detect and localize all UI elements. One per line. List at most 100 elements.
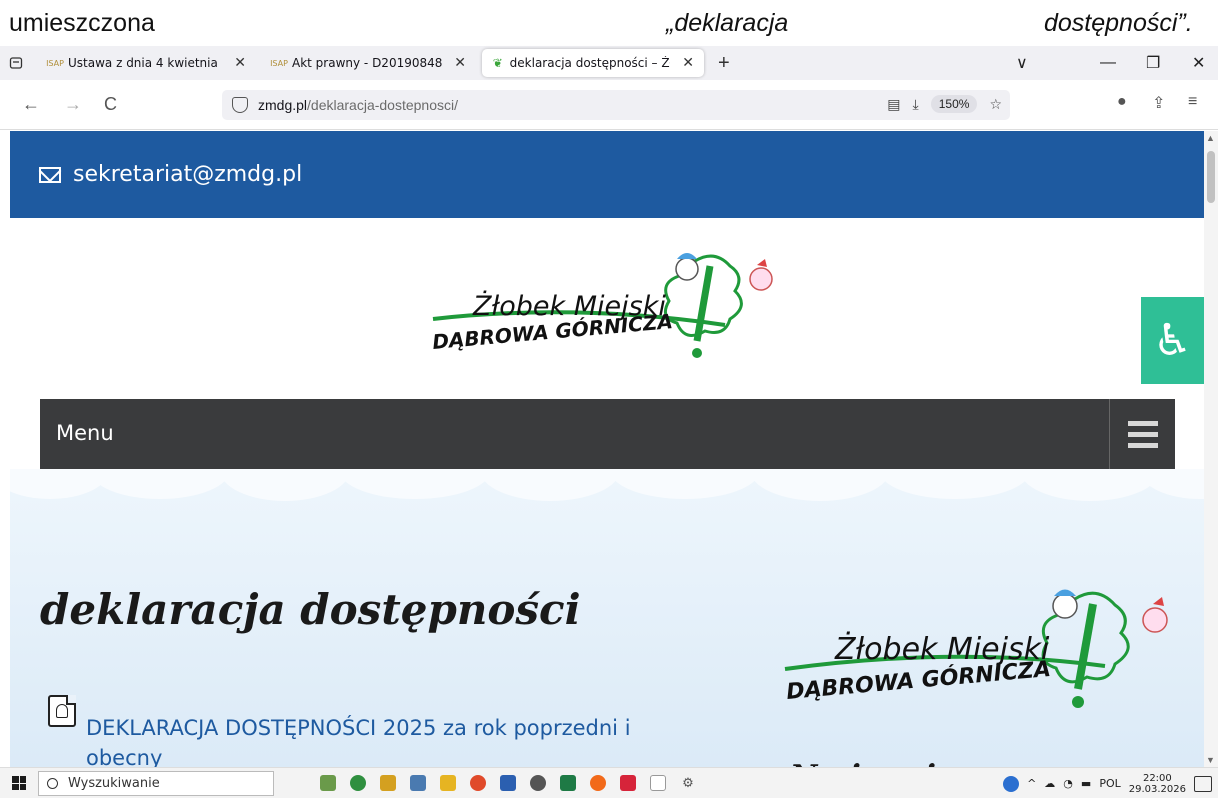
cloud-decoration <box>1020 469 1160 501</box>
app-menu-icon[interactable]: ≡ <box>1188 93 1197 111</box>
shield-icon[interactable] <box>232 97 248 113</box>
file-explorer-icon[interactable] <box>440 775 456 791</box>
site-logo[interactable]: Żłobek Miejski DĄBROWA GÓRNICZA <box>425 241 795 371</box>
document-text-strip: umieszczona „deklaracja dostępności”. <box>0 0 1218 46</box>
main-menu-bar[interactable]: Menu <box>40 399 1175 469</box>
reader-view-icon[interactable]: ▤ <box>887 96 900 113</box>
cloud-decoration <box>1140 469 1205 499</box>
store-app-icon[interactable] <box>380 775 396 791</box>
forward-button[interactable]: → <box>64 94 82 115</box>
address-bar[interactable]: zmdg.pl/deklaracja-dostepnosci/ ▤ ⤓ 150%… <box>222 90 1010 120</box>
start-button[interactable] <box>0 768 38 798</box>
clock-date: 29.03.2026 <box>1128 783 1186 795</box>
tab-title: Ustawa z dnia 4 kwietnia 2019 r. <box>68 56 222 70</box>
zoom-level-badge[interactable]: 150% <box>930 95 978 113</box>
system-tray: ^ ☁ ◔ ▬ POL 22:00 29.03.2026 <box>1003 768 1218 798</box>
restore-button[interactable]: ❐ <box>1146 46 1160 80</box>
notepad-app-icon[interactable] <box>650 775 666 791</box>
chrome-app-icon[interactable] <box>470 775 486 791</box>
content-hero: deklaracja dostępności Żłobek Miejski DĄ… <box>10 469 1205 767</box>
search-placeholder: Wyszukiwanie <box>68 775 160 791</box>
new-tab-button[interactable]: + <box>718 52 730 75</box>
scroll-down-arrow-icon[interactable]: ▼ <box>1206 755 1215 765</box>
onedrive-cloud-icon[interactable]: ☁ <box>1044 777 1055 790</box>
document-word-2: „deklaracja <box>666 9 789 37</box>
document-word-1: umieszczona <box>9 9 155 37</box>
content-logo: Żłobek Miejski DĄBROWA GÓRNICZA <box>775 574 1195 714</box>
search-icon <box>47 777 58 789</box>
contact-topbar: sekretariat@zmdg.pl <box>10 131 1205 218</box>
wheelchair-icon: ♿ <box>1152 316 1193 365</box>
hamburger-menu-icon[interactable] <box>1109 399 1175 469</box>
tab-close-icon[interactable]: ✕ <box>682 55 694 71</box>
scroll-up-arrow-icon[interactable]: ▲ <box>1206 133 1215 143</box>
windows-taskbar: Wyszukiwanie ⚙ ^ ☁ ◔ ▬ POL 22:00 29.03.2… <box>0 767 1218 798</box>
tab-akt-prawny[interactable]: ISAP Akt prawny - D20190848Lj.pdf ✕ <box>262 49 476 77</box>
tab-title: deklaracja dostępności – Żłobek <box>509 56 671 70</box>
cloud-decoration <box>340 469 490 499</box>
clock[interactable]: 22:00 29.03.2026 <box>1129 773 1186 795</box>
cloud-decoration <box>480 469 620 501</box>
list-all-tabs-chevron-icon[interactable]: ∨ <box>1016 46 1028 80</box>
page-title: deklaracja dostępności <box>40 585 581 634</box>
navigation-bar: ← → C zmdg.pl/deklaracja-dostepnosci/ ▤ … <box>0 80 1218 130</box>
back-button[interactable]: ← <box>22 94 40 115</box>
url-host: zmdg.pl <box>258 97 308 113</box>
wifi-icon[interactable]: ◔ <box>1063 777 1073 790</box>
chatgpt-app-icon[interactable] <box>530 775 546 791</box>
account-avatar-icon[interactable]: ● <box>1117 93 1127 111</box>
bookmark-star-icon[interactable]: ☆ <box>989 96 1002 113</box>
address-bar-actions: ▤ ⤓ 150% ☆ <box>887 95 1002 113</box>
declaration-pdf-link[interactable]: DEKLARACJA DOSTĘPNOŚCI 2025 za rok poprz… <box>48 695 706 767</box>
page-scrollbar[interactable]: ▲ ▼ <box>1204 131 1218 767</box>
scrollbar-thumb[interactable] <box>1207 151 1215 203</box>
word-app-icon[interactable] <box>500 775 516 791</box>
sidebar-heading-partial: Naj a j ę <box>790 759 982 767</box>
contact-email-link[interactable]: sekretariat@zmdg.pl <box>73 162 302 187</box>
save-to-pocket-icon[interactable]: ⤓ <box>913 96 919 113</box>
accessibility-button[interactable]: ♿ <box>1141 297 1204 384</box>
photos-app-icon[interactable] <box>320 775 336 791</box>
tab-ustawa[interactable]: ISAP Ustawa z dnia 4 kwietnia 2019 r. ✕ <box>38 49 256 77</box>
language-indicator[interactable]: POL <box>1099 777 1120 790</box>
share-icon[interactable]: ⇪ <box>1152 93 1165 113</box>
envelope-icon <box>39 166 61 183</box>
help-icon[interactable] <box>1003 775 1020 792</box>
spotify-app-icon[interactable] <box>350 775 366 791</box>
windows-logo-icon <box>12 776 26 790</box>
tab-title: Akt prawny - D20190848Lj.pdf <box>292 56 443 70</box>
calculator-app-icon[interactable] <box>410 775 426 791</box>
show-hidden-icons-chevron-icon[interactable]: ^ <box>1027 777 1036 790</box>
pdf-reader-app-icon[interactable] <box>620 775 636 791</box>
reload-button[interactable]: C <box>104 94 117 115</box>
battery-icon[interactable]: ▬ <box>1081 777 1091 790</box>
pinned-apps: ⚙ <box>320 775 696 791</box>
cloud-decoration <box>880 469 1030 499</box>
clock-time: 22:00 <box>1142 772 1172 784</box>
pdf-file-icon <box>48 695 76 727</box>
settings-gear-icon[interactable]: ⚙ <box>680 775 696 791</box>
taskbar-search[interactable]: Wyszukiwanie <box>38 770 274 796</box>
menu-label[interactable]: Menu <box>56 421 114 445</box>
tab-close-icon[interactable]: ✕ <box>454 55 466 71</box>
excel-app-icon[interactable] <box>560 775 576 791</box>
url-path: /deklaracja-dostepnosci/ <box>307 97 459 113</box>
cloud-decoration <box>750 469 890 501</box>
tab-list-icon[interactable] <box>0 46 32 80</box>
notification-center-icon[interactable] <box>1194 775 1212 792</box>
page-viewport: sekretariat@zmdg.pl Żłobek Miejski DĄBRO… <box>0 131 1218 767</box>
oak-leaf-favicon-icon: ❦ <box>492 56 503 70</box>
minimize-button[interactable]: — <box>1100 46 1116 80</box>
isap-favicon-icon: ISAP <box>270 58 288 68</box>
document-word-3: dostępności”. <box>1044 9 1193 37</box>
browser-tab-bar: ISAP Ustawa z dnia 4 kwietnia 2019 r. ✕ … <box>0 46 1218 80</box>
close-window-button[interactable]: ✕ <box>1192 46 1205 80</box>
firefox-app-icon[interactable] <box>590 775 606 791</box>
cloud-decoration <box>90 469 230 499</box>
declaration-link-text[interactable]: DEKLARACJA DOSTĘPNOŚCI 2025 za rok poprz… <box>86 713 706 767</box>
cloud-decoration <box>610 469 760 499</box>
isap-favicon-icon: ISAP <box>46 58 64 68</box>
tab-close-icon[interactable]: ✕ <box>234 55 246 71</box>
cloud-decoration <box>220 469 350 501</box>
tab-deklaracja[interactable]: ❦ deklaracja dostępności – Żłobek ✕ <box>482 49 704 77</box>
